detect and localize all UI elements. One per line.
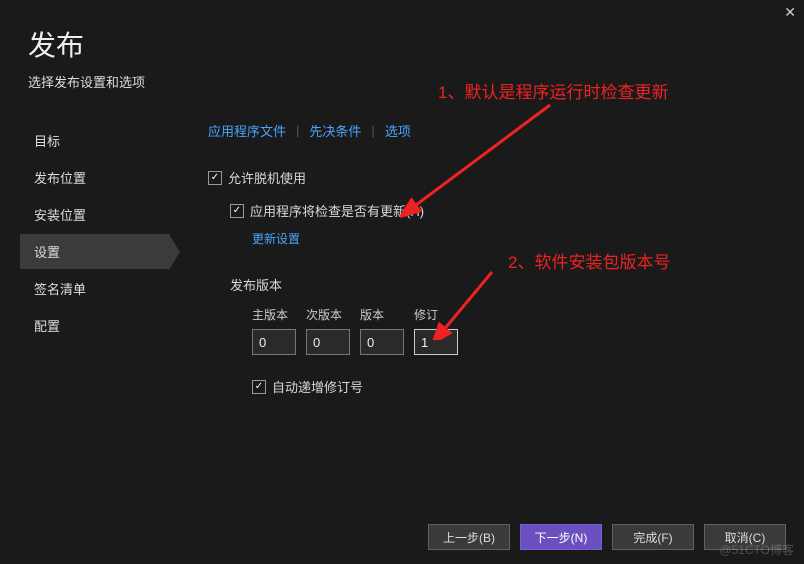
build-input[interactable] bbox=[360, 329, 404, 355]
build-version-col: 版本 bbox=[360, 306, 404, 355]
auto-increment-row: ✓ 自动递增修订号 bbox=[252, 377, 784, 396]
check-updates-row: ✓ 应用程序将检查是否有更新(H) bbox=[230, 201, 784, 220]
revision-version-col: 修订 bbox=[414, 306, 458, 355]
major-version-col: 主版本 bbox=[252, 306, 296, 355]
separator: | bbox=[294, 123, 301, 138]
finish-button[interactable]: 完成(F) bbox=[612, 524, 694, 550]
subnav-prerequisites[interactable]: 先决条件 bbox=[309, 121, 361, 140]
close-icon[interactable]: ✕ bbox=[784, 4, 796, 21]
subnav-options[interactable]: 选项 bbox=[385, 121, 411, 140]
revision-label: 修订 bbox=[414, 306, 458, 323]
major-label: 主版本 bbox=[252, 306, 296, 323]
version-row: 主版本 次版本 版本 修订 bbox=[252, 306, 784, 355]
sidebar-item-install-location[interactable]: 安装位置 bbox=[20, 197, 170, 232]
sidebar: 目标 发布位置 安装位置 设置 签名清单 配置 bbox=[0, 121, 170, 404]
minor-version-col: 次版本 bbox=[306, 306, 350, 355]
page-title: 发布 bbox=[28, 24, 776, 64]
publish-version-label: 发布版本 bbox=[230, 275, 784, 294]
sidebar-item-config[interactable]: 配置 bbox=[20, 308, 170, 343]
page-subtitle: 选择发布设置和选项 bbox=[28, 72, 776, 91]
minor-input[interactable] bbox=[306, 329, 350, 355]
sidebar-item-signature[interactable]: 签名清单 bbox=[20, 271, 170, 306]
cancel-button[interactable]: 取消(C) bbox=[704, 524, 786, 550]
footer-buttons: 上一步(B) 下一步(N) 完成(F) 取消(C) bbox=[428, 524, 786, 550]
subnav-app-files[interactable]: 应用程序文件 bbox=[208, 121, 286, 140]
auto-increment-checkbox[interactable]: ✓ bbox=[252, 380, 266, 394]
main-panel: 应用程序文件 | 先决条件 | 选项 ✓ 允许脱机使用 ✓ 应用程序将检查是否有… bbox=[170, 121, 804, 404]
subnav: 应用程序文件 | 先决条件 | 选项 bbox=[208, 121, 784, 140]
major-input[interactable] bbox=[252, 329, 296, 355]
build-label: 版本 bbox=[360, 306, 404, 323]
update-settings-link[interactable]: 更新设置 bbox=[252, 230, 300, 247]
check-updates-checkbox[interactable]: ✓ bbox=[230, 204, 244, 218]
revision-input[interactable] bbox=[414, 329, 458, 355]
next-button[interactable]: 下一步(N) bbox=[520, 524, 602, 550]
sidebar-item-target[interactable]: 目标 bbox=[20, 123, 170, 158]
sidebar-item-publish-location[interactable]: 发布位置 bbox=[20, 160, 170, 195]
allow-offline-label: 允许脱机使用 bbox=[228, 168, 306, 187]
allow-offline-checkbox[interactable]: ✓ bbox=[208, 171, 222, 185]
auto-increment-label: 自动递增修订号 bbox=[272, 377, 363, 396]
sidebar-item-settings[interactable]: 设置 bbox=[20, 234, 170, 269]
check-updates-label: 应用程序将检查是否有更新(H) bbox=[250, 201, 424, 220]
minor-label: 次版本 bbox=[306, 306, 350, 323]
allow-offline-row: ✓ 允许脱机使用 bbox=[208, 168, 784, 187]
back-button[interactable]: 上一步(B) bbox=[428, 524, 510, 550]
dialog-header: 发布 选择发布设置和选项 bbox=[0, 0, 804, 97]
separator: | bbox=[369, 123, 376, 138]
